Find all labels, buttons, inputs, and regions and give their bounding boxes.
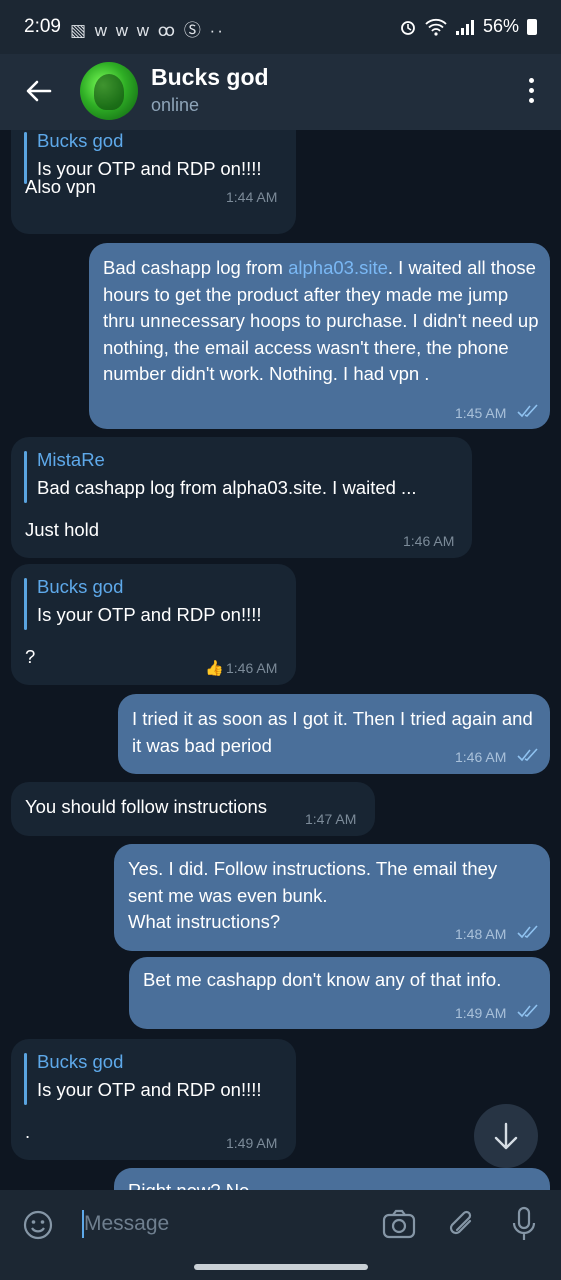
reaction-thumbs-up-icon[interactable]: 👍	[205, 659, 224, 677]
signal-icon	[455, 19, 474, 35]
message-text: .	[25, 1121, 31, 1142]
message-time: 1:47 AM	[305, 811, 357, 827]
reply-text: Bad cashapp log from alpha03.site. I wai…	[37, 477, 417, 498]
double-check-icon	[517, 1004, 538, 1018]
message-incoming[interactable]: Bucks god Is your OTP and RDP on!!!! ? 👍…	[11, 564, 296, 685]
message-incoming[interactable]: You should follow instructions 1:47 AM	[11, 782, 375, 836]
reply-text: Is your OTP and RDP on!!!!	[37, 1079, 262, 1100]
status-right: 56%	[399, 16, 537, 37]
message-time: 1:46 AM	[403, 533, 455, 549]
contact-name[interactable]: Bucks god	[151, 64, 269, 91]
message-outgoing[interactable]: Bad cashapp log from alpha03.site. I wai…	[89, 243, 550, 429]
scroll-down-icon	[494, 1122, 518, 1150]
message-time: 1:48 AM	[455, 926, 507, 942]
message-time: 1:46 AM	[226, 660, 278, 676]
message-link[interactable]: alpha03.site	[288, 257, 388, 278]
emoji-icon[interactable]	[22, 1209, 54, 1241]
chat-header: Bucks god online	[0, 54, 561, 130]
message-outgoing[interactable]: Yes. I did. Follow instructions. The ema…	[114, 844, 550, 951]
wifi-icon	[425, 18, 447, 36]
message-text: You should follow instructions	[25, 796, 268, 817]
message-list[interactable]: Bucks god Is your OTP and RDP on!!!! Als…	[0, 130, 561, 1190]
double-check-icon	[517, 748, 538, 762]
avatar[interactable]	[80, 62, 138, 120]
message-time: 1:49 AM	[226, 1135, 278, 1151]
message-time: 1:46 AM	[455, 749, 507, 765]
message-outgoing[interactable]: Bet me cashapp don't know any of that in…	[129, 957, 550, 1029]
attach-icon[interactable]	[446, 1207, 478, 1241]
scroll-down-button[interactable]	[474, 1104, 538, 1168]
message-time: 1:45 AM	[455, 405, 507, 421]
notification-icons: ▧ w w w ꝏ Ⓢ ··	[70, 21, 225, 40]
home-indicator[interactable]	[194, 1264, 368, 1270]
message-text: Just hold	[25, 519, 100, 540]
reply-name: Bucks god	[37, 1051, 124, 1072]
message-text: Bet me cashapp don't know any of that in…	[143, 969, 502, 990]
battery-level: 56%	[482, 16, 519, 36]
message-outgoing[interactable]: Right now? No	[114, 1168, 550, 1190]
reply-name: MistaRe	[37, 449, 105, 470]
status-time: 2:09	[24, 16, 61, 37]
message-text: Also vpn	[25, 176, 96, 197]
battery-icon	[527, 18, 537, 35]
camera-icon[interactable]	[382, 1208, 416, 1240]
message-composer: Message	[0, 1190, 561, 1258]
message-outgoing[interactable]: I tried it as soon as I got it. Then I t…	[118, 694, 550, 774]
message-incoming[interactable]: Bucks god Is your OTP and RDP on!!!! . 1…	[11, 1039, 296, 1160]
message-text: ?	[25, 646, 36, 667]
status-bar: 2:09 ▧ w w w ꝏ Ⓢ ·· 56%	[0, 0, 561, 54]
message-input[interactable]: Message	[84, 1212, 169, 1236]
message-incoming[interactable]: Bucks god Is your OTP and RDP on!!!! Als…	[11, 130, 296, 234]
double-check-icon	[517, 404, 538, 418]
message-incoming[interactable]: MistaRe Bad cashapp log from alpha03.sit…	[11, 437, 472, 558]
message-time: 1:49 AM	[455, 1005, 507, 1021]
message-time: 1:44 AM	[226, 189, 278, 205]
reply-name: Bucks god	[37, 130, 124, 151]
system-nav-bar	[0, 1258, 561, 1280]
reply-name: Bucks god	[37, 576, 124, 597]
message-text: Right now? No	[128, 1178, 249, 1190]
alarm-icon	[401, 20, 415, 35]
more-vertical-icon[interactable]	[527, 78, 535, 108]
mic-icon[interactable]	[510, 1206, 538, 1242]
message-text: Bad cashapp log from alpha03.site. I wai…	[103, 257, 539, 384]
reply-text: Is your OTP and RDP on!!!!	[37, 604, 262, 625]
message-text: Yes. I did. Follow instructions. The ema…	[128, 858, 498, 932]
double-check-icon	[517, 925, 538, 939]
back-arrow-icon[interactable]	[22, 74, 56, 108]
contact-status: online	[151, 95, 200, 115]
